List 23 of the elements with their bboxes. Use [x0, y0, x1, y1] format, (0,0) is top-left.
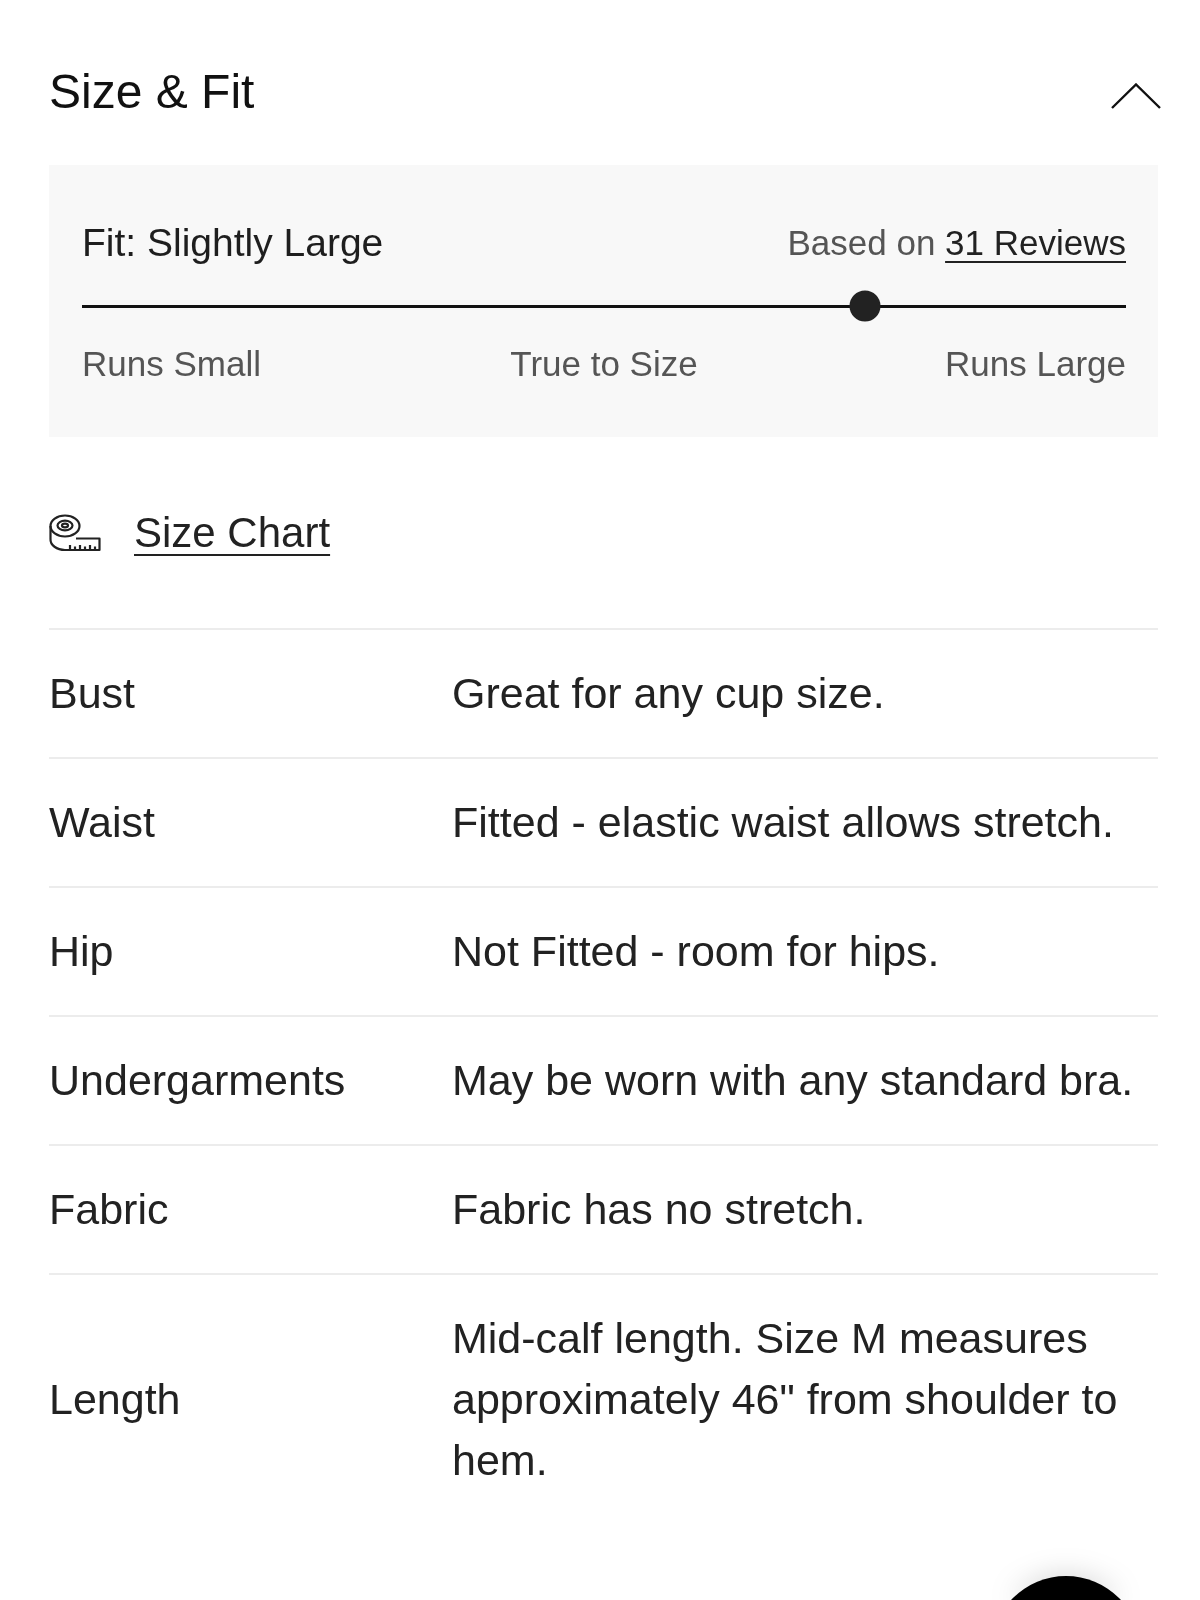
- fit-rating: Fit: Slightly Large: [82, 220, 384, 266]
- reviews-link[interactable]: 31 Reviews: [945, 223, 1126, 262]
- scale-label: Runs Large: [945, 344, 1126, 384]
- floating-button[interactable]: [1010, 1576, 1122, 1600]
- tape-measure-icon: [49, 514, 101, 552]
- detail-label: Waist: [49, 798, 155, 846]
- detail-value: Mid-calf length. Size M measures approximately 46" from shoulder to hem.: [452, 1314, 1118, 1484]
- chevron-up-icon[interactable]: [1111, 83, 1161, 109]
- detail-value: May be worn with any standard bra.: [452, 1056, 1134, 1104]
- detail-label: Undergarments: [49, 1056, 346, 1104]
- size-chart-link[interactable]: Size Chart: [134, 507, 331, 559]
- reviews-summary: Based on 31 Reviews: [787, 222, 1126, 264]
- detail-value: Not Fitted - room for hips.: [452, 927, 940, 975]
- scale-label: True to Size: [510, 344, 698, 384]
- detail-label: Fabric: [49, 1185, 169, 1233]
- detail-value: Fitted - elastic waist allows stretch.: [452, 798, 1114, 846]
- section-title: Size & Fit: [49, 64, 255, 120]
- detail-label: Length: [49, 1375, 181, 1423]
- detail-label: Hip: [49, 927, 114, 975]
- scale-label: Runs Small: [82, 344, 261, 384]
- detail-value: Fabric has no stretch.: [452, 1185, 866, 1233]
- detail-value: Great for any cup size.: [452, 669, 885, 717]
- detail-label: Bust: [49, 669, 136, 717]
